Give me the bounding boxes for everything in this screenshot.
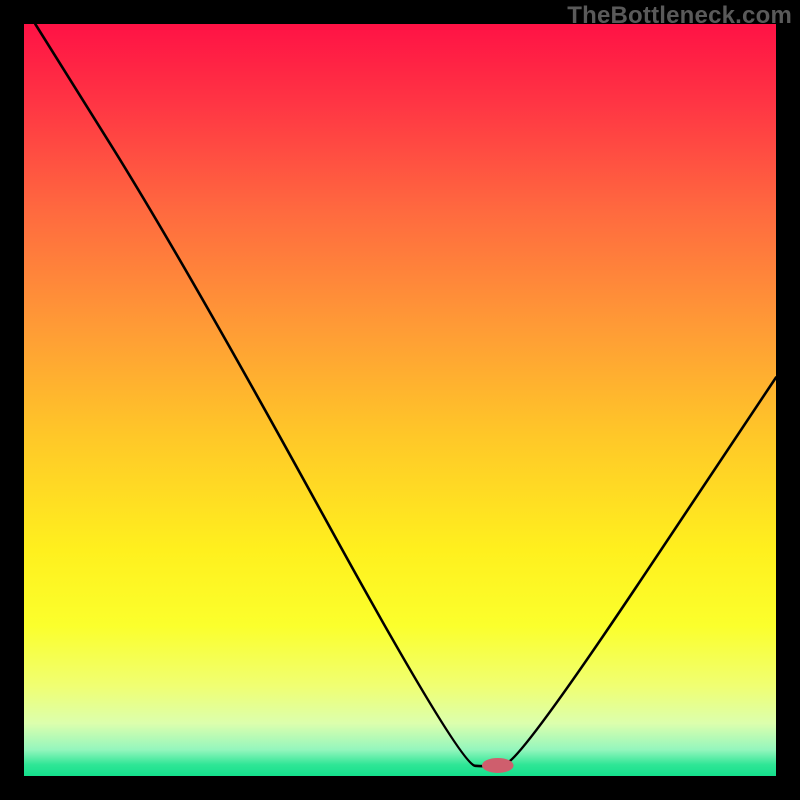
chart-svg xyxy=(24,24,776,776)
optimum-marker xyxy=(482,758,514,773)
chart-frame: TheBottleneck.com xyxy=(0,0,800,800)
plot-area xyxy=(24,24,776,776)
gradient-background xyxy=(24,24,776,776)
